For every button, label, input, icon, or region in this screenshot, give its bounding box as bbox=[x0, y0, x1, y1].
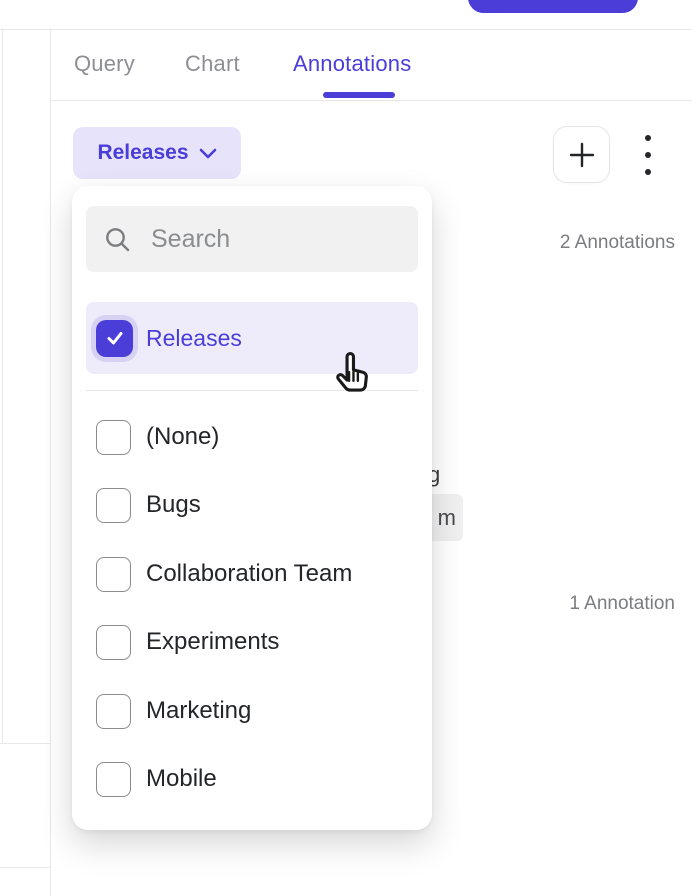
more-options-button[interactable] bbox=[638, 135, 658, 175]
unchecked-checkbox[interactable] bbox=[96, 694, 131, 729]
releases-dropdown-panel: Releases (None) Bugs Collaboration Team … bbox=[72, 186, 432, 830]
search-field[interactable] bbox=[86, 206, 418, 272]
search-icon bbox=[104, 226, 131, 253]
option-marketing[interactable]: Marketing bbox=[72, 677, 432, 745]
option-bugs[interactable]: Bugs bbox=[72, 471, 432, 539]
option-collaboration-team[interactable]: Collaboration Team bbox=[72, 540, 432, 608]
annotations-screen: Query Chart Annotations Releases 2 Annot… bbox=[0, 0, 692, 896]
dropdown-divider bbox=[86, 390, 418, 391]
tab-chart[interactable]: Chart bbox=[185, 51, 240, 77]
option-label: Experiments bbox=[146, 628, 279, 656]
option-experiments[interactable]: Experiments bbox=[72, 608, 432, 676]
left-strip-divider-1 bbox=[0, 743, 50, 744]
option-label: Marketing bbox=[146, 697, 251, 725]
left-edge-line bbox=[2, 30, 3, 743]
tab-annotations[interactable]: Annotations bbox=[293, 51, 411, 77]
option-label: Mobile bbox=[146, 765, 217, 793]
option-mobile[interactable]: Mobile bbox=[72, 745, 432, 813]
add-annotation-button[interactable] bbox=[553, 126, 610, 183]
unchecked-checkbox[interactable] bbox=[96, 557, 131, 592]
unchecked-checkbox[interactable] bbox=[96, 625, 131, 660]
unchecked-checkbox[interactable] bbox=[96, 488, 131, 523]
search-input[interactable] bbox=[149, 224, 383, 255]
option-label: Releases bbox=[146, 325, 242, 352]
option-none[interactable]: (None) bbox=[72, 403, 432, 471]
option-label: Bugs bbox=[146, 491, 201, 519]
top-divider bbox=[0, 29, 692, 30]
chevron-down-icon bbox=[199, 147, 217, 159]
primary-action-button[interactable] bbox=[468, 0, 638, 13]
unchecked-checkbox[interactable] bbox=[96, 420, 131, 455]
tab-query[interactable]: Query bbox=[74, 51, 135, 77]
left-strip-divider-2 bbox=[0, 867, 50, 868]
unchecked-checkbox[interactable] bbox=[96, 762, 131, 797]
option-label: (None) bbox=[146, 423, 219, 451]
option-label: Collaboration Team bbox=[146, 560, 352, 588]
kebab-dot bbox=[645, 135, 651, 141]
kebab-dot bbox=[645, 169, 651, 175]
content-left-border bbox=[50, 30, 51, 896]
kebab-dot bbox=[645, 152, 651, 158]
option-releases[interactable]: Releases bbox=[86, 302, 418, 374]
checked-checkbox[interactable] bbox=[96, 320, 133, 357]
annotation-count-top: 2 Annotations bbox=[560, 232, 675, 254]
releases-filter-button[interactable]: Releases bbox=[73, 127, 241, 179]
plus-icon bbox=[566, 139, 598, 171]
filter-button-label: Releases bbox=[97, 141, 188, 165]
tabs-bottom-divider bbox=[51, 100, 692, 101]
annotation-count-bottom: 1 Annotation bbox=[569, 593, 675, 615]
active-tab-indicator bbox=[323, 92, 395, 98]
